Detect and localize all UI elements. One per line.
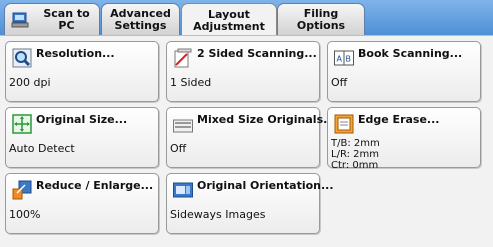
book-scanning-button[interactable]: A B Book Scanning... Off <box>327 41 481 102</box>
mixed-size-originals-value: Off <box>170 142 187 155</box>
book-scanning-value: Off <box>331 76 348 89</box>
tab-filing-options[interactable]: Filing Options <box>277 3 365 35</box>
book-icon-text-a: A <box>337 55 343 64</box>
magnifier-icon <box>12 48 32 68</box>
two-sided-scanning-value: 1 Sided <box>170 76 212 89</box>
original-size-button[interactable]: Original Size... Auto Detect <box>5 107 159 168</box>
tab-advanced-settings-line1: Advanced <box>110 6 171 20</box>
scan-to-pc-icon <box>11 11 29 29</box>
edge-erase-left-right: L/R: 2mm <box>331 149 379 160</box>
edge-erase-top-bottom: T/B: 2mm <box>331 138 380 149</box>
original-size-icon <box>12 114 32 134</box>
book-scanning-title: Book Scanning... <box>358 47 463 60</box>
tab-scan-to-pc-label: Scan to PC <box>43 6 90 32</box>
tab-bar: Scan to PC Advanced Settings Layout Adju… <box>0 0 493 37</box>
edge-erase-value: T/B: 2mm L/R: 2mm Ctr: 0mm <box>331 138 380 171</box>
book-icon: A B <box>334 48 354 68</box>
reduce-enlarge-icon <box>12 180 32 200</box>
edge-erase-button[interactable]: Edge Erase... T/B: 2mm L/R: 2mm Ctr: 0mm <box>327 107 481 171</box>
resolution-title: Resolution... <box>36 47 115 60</box>
two-sided-scanning-title: 2 Sided Scanning... <box>197 47 317 60</box>
tab-filing-options-label: Filing Options <box>296 6 346 32</box>
reduce-enlarge-button[interactable]: Reduce / Enlarge... 100% <box>5 173 159 234</box>
original-size-value: Auto Detect <box>9 142 75 155</box>
resolution-value: 200 dpi <box>9 76 51 89</box>
tab-layout-adjustment[interactable]: Layout Adjustment <box>181 3 277 37</box>
original-orientation-value: Sideways Images <box>170 208 266 221</box>
book-icon-text-b: B <box>346 55 352 64</box>
edge-erase-title: Edge Erase... <box>358 113 440 126</box>
tab-advanced-settings[interactable]: Advanced Settings <box>101 3 180 35</box>
two-sided-scanning-button[interactable]: 2 Sided Scanning... 1 Sided <box>166 41 320 102</box>
layout-options-panel: Resolution... 200 dpi 2 Sided Scanning..… <box>0 35 493 247</box>
original-orientation-title: Original Orientation... <box>197 179 334 192</box>
original-orientation-button[interactable]: Original Orientation... Sideways Images <box>166 173 334 234</box>
orientation-icon <box>173 180 193 200</box>
original-size-title: Original Size... <box>36 113 128 126</box>
reduce-enlarge-title: Reduce / Enlarge... <box>36 179 154 192</box>
two-sided-icon <box>173 48 193 68</box>
mixed-size-originals-title: Mixed Size Originals... <box>197 113 336 126</box>
tab-layout-adjustment-line1: Layout <box>208 7 250 21</box>
mixed-size-originals-button[interactable]: Mixed Size Originals... Off <box>166 107 336 168</box>
tab-scan-to-pc[interactable]: Scan to PC <box>4 3 100 35</box>
reduce-enlarge-value: 100% <box>9 208 41 221</box>
resolution-button[interactable]: Resolution... 200 dpi <box>5 41 159 102</box>
edge-erase-icon <box>334 114 354 134</box>
tab-advanced-settings-line2: Settings <box>114 18 167 32</box>
edge-erase-center: Ctr: 0mm <box>331 160 379 171</box>
mixed-size-icon <box>173 114 193 134</box>
tab-layout-adjustment-line2: Adjustment <box>193 19 265 33</box>
